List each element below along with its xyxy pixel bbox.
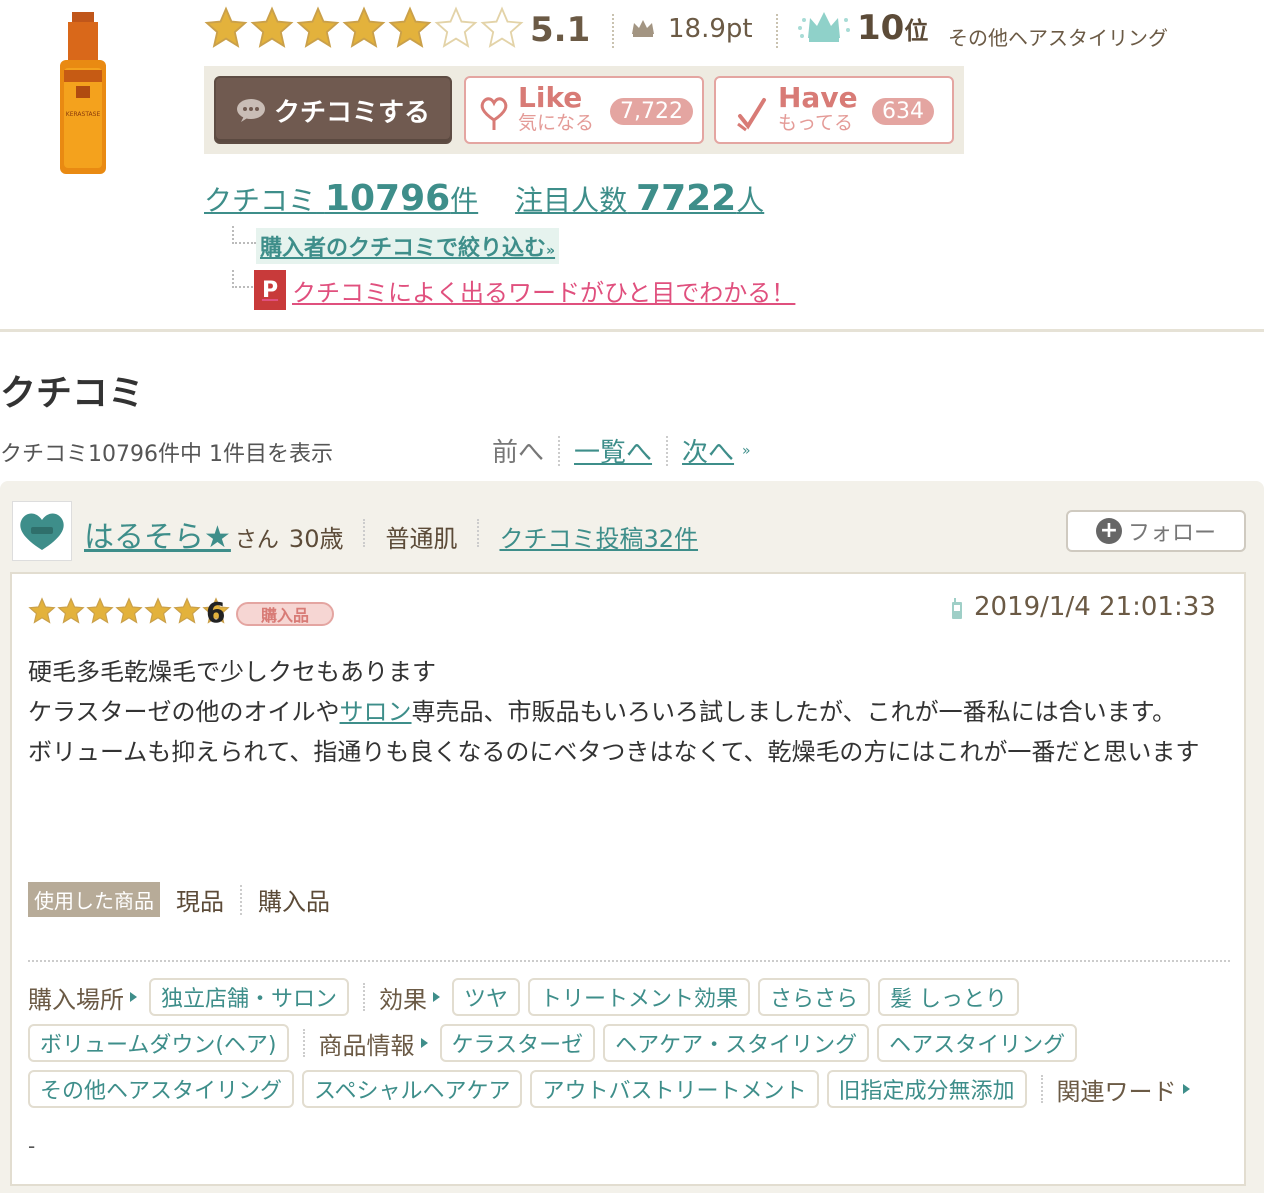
- used-products: 使用した商品 現品 購入品: [28, 882, 330, 917]
- review-count-link[interactable]: クチコミ 10796件: [204, 178, 478, 219]
- star-filled-icon: [144, 597, 172, 624]
- tag-group-place: 購入場所: [28, 980, 141, 1015]
- star-empty-icon: [480, 6, 524, 48]
- tag-chip[interactable]: スペシャルヘアケア: [302, 1070, 523, 1108]
- user-posts-link[interactable]: クチコミ投稿32件: [499, 519, 698, 554]
- review-body: 硬毛多毛乾燥毛で少しクセもあります ケラスターゼの他のオイルやサロン専売品、市販…: [28, 658, 1200, 766]
- tag-chip[interactable]: その他ヘアスタイリング: [28, 1070, 295, 1108]
- speech-bubble-icon: [236, 99, 265, 122]
- review-stars: [28, 597, 230, 625]
- tag-chip[interactable]: 髪 しっとり: [878, 978, 1020, 1016]
- user-name-link[interactable]: はるそら★: [84, 512, 231, 556]
- tag-chip[interactable]: ヘアケア・スタイリング: [603, 1024, 870, 1062]
- have-button[interactable]: Have もってる 634: [714, 76, 954, 144]
- filter-purchasers-link[interactable]: 購入者のクチコミで絞り込む»: [256, 228, 560, 264]
- write-review-label: クチコミする: [273, 97, 430, 128]
- section-title: クチコミ: [0, 373, 145, 414]
- tag-chip[interactable]: アウトバストリートメント: [530, 1070, 819, 1108]
- like-button[interactable]: Like 気になる 7,722: [464, 76, 704, 144]
- tag-group-info: 商品情報: [319, 1026, 432, 1061]
- rating-stars: [204, 6, 524, 50]
- list-link[interactable]: 一覧へ: [574, 432, 652, 469]
- next-link[interactable]: 次へ: [682, 432, 734, 469]
- star-filled-icon: [204, 6, 248, 48]
- counts-row: クチコミ 10796件 注目人数 7722人: [204, 178, 792, 219]
- mobile-icon: [952, 598, 962, 619]
- like-label: Like: [518, 81, 583, 114]
- write-review-button[interactable]: クチコミする: [214, 76, 452, 144]
- rank-crown-icon: [798, 12, 850, 42]
- star-filled-icon: [115, 597, 143, 624]
- tag-group-effect: 効果: [379, 980, 444, 1015]
- like-sublabel: 気になる: [518, 112, 595, 134]
- tag-group-related: 関連ワード: [1057, 1072, 1194, 1107]
- svg-text:KERASTASE: KERASTASE: [66, 111, 101, 118]
- salon-link[interactable]: サロン: [340, 698, 412, 726]
- user-age: 30歳: [288, 525, 344, 553]
- follow-button[interactable]: + フォロー: [1066, 510, 1246, 552]
- check-icon: [737, 98, 766, 132]
- star-filled-icon: [86, 597, 114, 624]
- frequent-words-link[interactable]: P クチコミによく出るワードがひと目でわかる！: [254, 270, 795, 310]
- star-filled-icon: [388, 6, 432, 48]
- avatar[interactable]: [12, 501, 72, 561]
- star-empty-icon: [434, 6, 478, 48]
- star-filled-icon: [57, 597, 85, 624]
- p-logo-icon: P: [254, 270, 286, 310]
- rank: 10位: [857, 8, 929, 48]
- tag-list: 購入場所 独立店舗・サロン 効果 ツヤ トリートメント効果 さらさら髪 しっとりボリューム…: [28, 978, 1238, 1108]
- tag-chip[interactable]: 独立店舗・サロン: [149, 978, 350, 1016]
- tag-chip[interactable]: トリートメント効果: [528, 978, 751, 1016]
- star-filled-icon: [342, 6, 386, 48]
- review-date: 2019/1/4 21:01:33: [974, 592, 1216, 622]
- tag-chip[interactable]: ケラスターゼ: [439, 1024, 596, 1062]
- have-count: 634: [872, 98, 934, 125]
- rank-category[interactable]: その他ヘアスタイリング: [948, 22, 1168, 51]
- tag-chip[interactable]: ボリュームダウン(ヘア): [28, 1024, 289, 1062]
- have-sublabel: もってる: [778, 112, 854, 134]
- crown-icon: [632, 20, 654, 37]
- tag-chip[interactable]: ツヤ: [452, 978, 521, 1016]
- star-filled-icon: [250, 6, 294, 48]
- star-filled-icon: [28, 597, 56, 624]
- review-rating: 6: [206, 596, 226, 629]
- purchase-badge: 購入品: [236, 602, 334, 626]
- star-filled-icon: [173, 597, 201, 624]
- plus-icon: +: [1095, 518, 1122, 544]
- watch-count-link[interactable]: 注目人数 7722人: [515, 178, 764, 219]
- pager: 前へ 一覧へ 次へ »: [492, 432, 751, 469]
- like-count: 7,722: [610, 98, 693, 125]
- tag-chip[interactable]: 旧指定成分無添加: [826, 1070, 1027, 1108]
- prev-link: 前へ: [492, 438, 545, 468]
- star-filled-icon: [296, 6, 340, 48]
- tag-chip[interactable]: さらさら: [758, 978, 871, 1016]
- heart-avatar-icon: [20, 513, 64, 550]
- used-label: 使用した商品: [28, 882, 160, 917]
- tag-chip[interactable]: ヘアスタイリング: [877, 1024, 1078, 1062]
- rating-score: 5.1: [530, 10, 591, 50]
- have-label: Have: [778, 81, 858, 114]
- rating-points: 18.9pt: [668, 14, 753, 44]
- user-info: はるそら★ さん 30歳 普通肌 クチコミ投稿32件: [84, 512, 698, 556]
- product-image[interactable]: KERASTASE: [50, 12, 116, 178]
- paging-info: クチコミ10796件中 1件目を表示: [0, 442, 333, 467]
- user-skin: 普通肌: [385, 525, 458, 553]
- heart-ring-icon: [480, 97, 508, 130]
